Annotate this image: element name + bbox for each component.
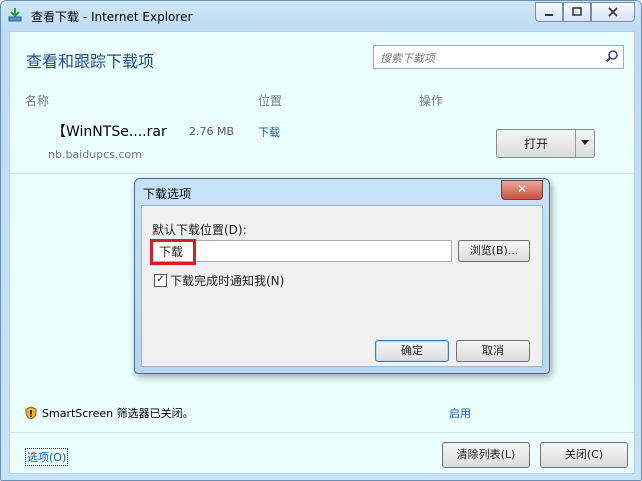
notify-checkbox[interactable]: ✓ [154,274,167,287]
download-options-dialog: 下载选项 ✕ 默认下载位置(D): 下载 浏览(B)... ✓ 下载完成时通知我… [134,178,550,374]
clear-list-button[interactable]: 清除列表(L) [442,442,530,468]
download-filename[interactable]: 【WinNTSe....rar [52,121,167,141]
minimize-icon [545,14,553,16]
ok-button[interactable]: 确定 [375,340,449,362]
title-bar[interactable]: 查看下载 - Internet Explorer [1,1,641,31]
default-location-label: 默认下载位置(D): [152,223,247,237]
maximize-button[interactable] [563,2,591,22]
smartscreen-status: SmartScreen 筛选器已关闭。 [24,405,194,421]
column-header-location: 位置 [258,94,283,108]
dropdown-arrow-icon[interactable] [581,140,589,145]
divider [10,432,634,433]
download-location-link[interactable]: 下载 [258,124,280,140]
browse-button[interactable]: 浏览(B)... [458,240,530,262]
smartscreen-text: SmartScreen 筛选器已关闭。 [42,407,194,420]
dialog-title: 下载选项 [143,187,192,201]
page-title: 查看和跟踪下载项 [26,52,155,71]
close-window-button[interactable] [591,2,635,22]
enable-smartscreen-link[interactable]: 启用 [449,405,471,421]
highlight-box [150,239,196,265]
maximize-icon [572,7,582,16]
close-icon: ✕ [516,182,528,196]
column-header-name: 名称 [25,94,50,108]
cancel-button[interactable]: 取消 [456,340,530,362]
options-link[interactable]: 选项(O) [25,448,69,466]
dialog-close-button[interactable]: ✕ [501,180,543,200]
download-manager-icon [8,8,22,22]
open-split-button[interactable]: 打开 [496,129,595,158]
open-button-label[interactable]: 打开 [497,135,575,152]
search-placeholder: 搜索下载项 [380,52,435,65]
notify-checkbox-label[interactable]: 下载完成时通知我(N) [170,272,284,289]
search-icon[interactable] [605,49,619,63]
download-size: 2.76 MB [189,125,235,138]
dialog-body: 默认下载位置(D): 下载 浏览(B)... ✓ 下载完成时通知我(N) 确定 … [141,205,543,367]
minimize-button[interactable] [535,2,563,22]
close-icon [608,7,618,17]
window-title: 查看下载 - Internet Explorer [31,10,193,24]
search-input[interactable]: 搜索下载项 [373,45,624,69]
divider [10,173,634,174]
shield-warning-icon [25,406,37,420]
download-location-field[interactable]: 下载 [152,240,452,262]
split-divider [575,130,576,157]
download-source: nb.baidupcs.com [48,148,142,161]
column-header-action: 操作 [419,94,444,108]
close-button[interactable]: 关闭(C) [540,442,628,468]
